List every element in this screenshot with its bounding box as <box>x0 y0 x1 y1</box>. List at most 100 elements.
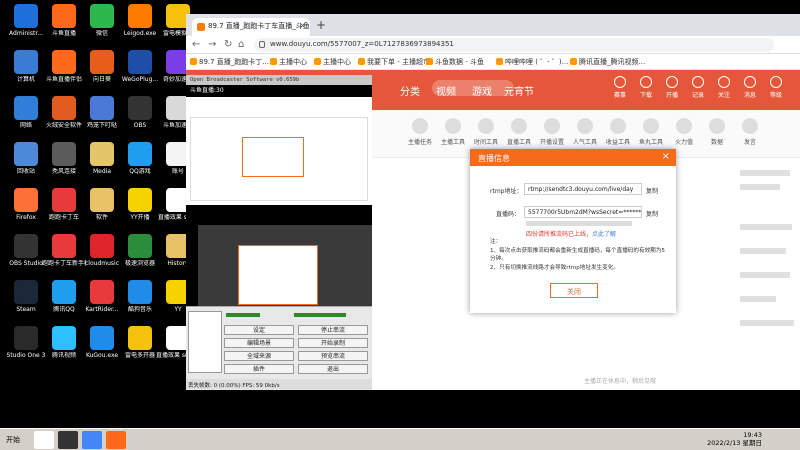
header-glyph-icon <box>770 76 782 88</box>
tool-icon <box>610 118 626 134</box>
bookmark-item[interactable]: 主播中心 <box>270 57 307 67</box>
dialog-header: 直播信息 × <box>470 149 676 166</box>
header-icon[interactable]: 记录 <box>684 76 712 99</box>
obs-button[interactable]: 编辑场景 <box>224 338 294 348</box>
header-icon[interactable]: 下载 <box>632 76 660 99</box>
address-bar[interactable]: www.douyu.com/5577007_z=0L71278369738943… <box>254 38 774 52</box>
obs-button[interactable]: 插件 <box>224 364 294 374</box>
header-icon[interactable]: 开播 <box>658 76 686 99</box>
app-icon <box>14 50 38 74</box>
header-icon[interactable]: 等级 <box>762 76 790 99</box>
bookmarks-bar: 89.7 直播_跑跑卡丁... 主播中心 主播中心 我要下单 - 主播超市 斗鱼数据 -… <box>186 54 800 70</box>
close-button[interactable]: 关闭 <box>550 283 598 298</box>
header-icon[interactable]: 赛事 <box>606 76 634 99</box>
bookmark-label: 腾讯直播_腾讯视频... <box>579 58 646 66</box>
close-icon[interactable]: × <box>662 151 670 162</box>
dialog-title: 直播信息 <box>478 154 510 163</box>
bookmark-item[interactable]: 斗鱼数据 - 斗鱼 <box>426 57 484 67</box>
kart-taskbar-icon[interactable] <box>34 431 54 449</box>
obs-button[interactable]: 停止串流 <box>298 325 368 335</box>
clock[interactable]: 19:43 2022/2/13 星期日 <box>707 431 762 447</box>
header-glyph-icon <box>614 76 626 88</box>
learn-more-link[interactable]: 点此了解 <box>592 231 616 238</box>
rtmp-field[interactable]: rtmp://sendtc3.douyu.com/live/day <box>524 183 642 195</box>
header-icon[interactable]: 关注 <box>710 76 738 99</box>
date: 2022/2/13 星期日 <box>707 439 762 447</box>
douyu-taskbar-icon[interactable] <box>106 431 126 449</box>
bookmark-label: 主播中心 <box>279 58 307 66</box>
mic-volume-meter[interactable] <box>226 309 260 317</box>
nav-item[interactable]: 元宵节 <box>504 83 534 98</box>
bookmark-icon <box>570 58 577 65</box>
app-icon <box>128 326 152 350</box>
app-icon <box>128 50 152 74</box>
header-icon-label: 下载 <box>639 92 652 99</box>
notes: 注： 1、每次点击获取推流码都会重新生成直播码，每个直播码的有效期为5分钟。 2… <box>490 238 666 272</box>
notes-title: 注： <box>490 239 502 245</box>
chat-panel <box>736 164 800 390</box>
douyu-favicon-icon <box>197 23 205 31</box>
header-icon[interactable]: 消息 <box>736 76 764 99</box>
copy-key-button[interactable]: 复制 <box>646 209 658 218</box>
obs-status-bar: 丢失帧数: 0 (0.00%) FPS: 59 0kb/s <box>186 379 372 389</box>
toolbar-item[interactable]: 发言 <box>730 118 770 146</box>
header-glyph-icon <box>718 76 730 88</box>
tool-icon <box>643 118 659 134</box>
desktop-volume-meter[interactable] <box>294 309 346 317</box>
header-icon-label: 消息 <box>743 92 756 99</box>
app-icon <box>52 96 76 120</box>
new-tab-icon[interactable]: + <box>316 18 326 32</box>
tool-icon <box>478 118 494 134</box>
stream-key-field[interactable]: 5577700r5Ubm2dM?wsSecret=******* <box>524 206 642 218</box>
header-glyph-icon <box>640 76 652 88</box>
warning-text: 四份请所推流码已上线，点此了解 <box>526 229 616 238</box>
close-tab-icon[interactable]: × <box>299 21 306 30</box>
tab-title: 89.7 直播_跑跑卡丁车直播_斗鱼... <box>208 22 310 30</box>
time: 19:43 <box>743 431 762 439</box>
header-icon-label: 记录 <box>691 92 704 99</box>
key-scrollbar[interactable] <box>526 221 632 226</box>
obs-button[interactable]: 退出 <box>298 364 368 374</box>
bookmark-item[interactable]: 腾讯直播_腾讯视频... <box>570 57 645 67</box>
app-icon <box>14 142 38 166</box>
tool-icon <box>577 118 593 134</box>
tool-icon <box>445 118 461 134</box>
app-icon <box>14 96 38 120</box>
note-2: 2、只有切换推流线路才会导致rtmp地址发生变化。 <box>490 264 619 271</box>
obs-button[interactable]: 开始录制 <box>298 338 368 348</box>
obs-button[interactable]: 预览串流 <box>298 351 368 361</box>
scene-list[interactable] <box>188 311 222 373</box>
app-icon <box>14 4 38 28</box>
obs-button[interactable]: 设定 <box>224 325 294 335</box>
copy-rtmp-button[interactable]: 复制 <box>646 186 658 195</box>
reload-icon[interactable]: ↻ <box>224 39 232 50</box>
app-icon <box>52 142 76 166</box>
home-icon[interactable]: ⌂ <box>238 39 244 50</box>
bookmark-icon <box>426 58 433 65</box>
bookmark-item[interactable]: 我要下单 - 主播超市 <box>358 57 430 67</box>
obs-title: Open Broadcaster Software v0.659b <box>186 75 372 85</box>
nav-item[interactable]: 分类 <box>400 83 420 98</box>
bookmark-item[interactable]: 哔哩哔哩 ( ゜- ゜)... <box>496 57 568 67</box>
forward-icon[interactable]: → <box>208 39 216 50</box>
bookmark-item[interactable]: 主播中心 <box>314 57 351 67</box>
back-icon[interactable]: ← <box>192 39 200 50</box>
start-button[interactable]: 开始 <box>2 431 30 448</box>
app-icon <box>128 142 152 166</box>
app-icon <box>14 234 38 258</box>
app-icon <box>52 50 76 74</box>
nav-item[interactable]: 视频 <box>436 83 456 98</box>
app-icon <box>128 4 152 28</box>
bookmark-item[interactable]: 89.7 直播_跑跑卡丁... <box>190 57 269 67</box>
chrome-taskbar-icon[interactable] <box>82 431 102 449</box>
tool-icon <box>412 118 428 134</box>
obs-button[interactable]: 全域来源 <box>224 351 294 361</box>
obs-taskbar-icon[interactable] <box>58 431 78 449</box>
browser-tab[interactable]: 89.7 直播_跑跑卡丁车直播_斗鱼... × <box>192 18 310 36</box>
app-icon <box>14 280 38 304</box>
header-icon-label: 等级 <box>769 92 782 99</box>
nav-item[interactable]: 游戏 <box>472 83 492 98</box>
rtmp-label: rtmp地址： <box>490 188 523 195</box>
tool-icon <box>511 118 527 134</box>
app-icon <box>90 326 114 350</box>
